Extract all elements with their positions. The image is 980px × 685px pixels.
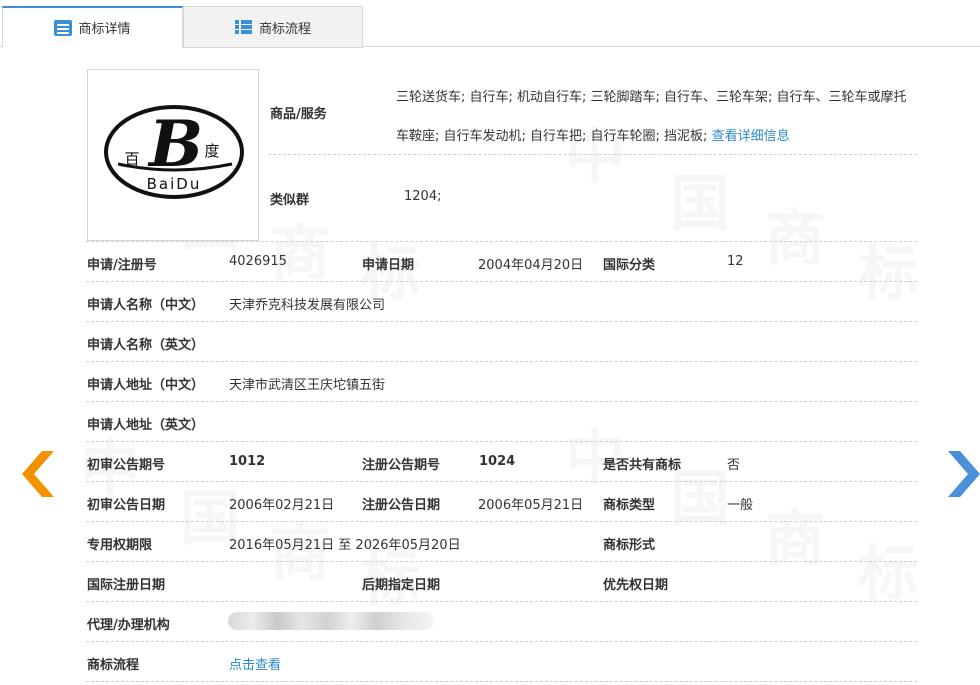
reg-date-value: 2006年05月21日 — [478, 498, 584, 513]
address-en-label: 申请人地址（英文） — [87, 418, 205, 433]
app-date-value: 2004年04月20日 — [478, 258, 584, 273]
divider — [86, 641, 917, 642]
logo-char-left: 百 — [124, 150, 139, 168]
later-label: 后期指定日期 — [362, 578, 441, 593]
type-label: 商标类型 — [603, 498, 656, 513]
tab-bar: 商标详情 商标流程 — [0, 0, 980, 48]
address-cn-value: 天津市武清区王庆坨镇五街 — [229, 378, 386, 393]
similar-group-value: 1204; — [404, 189, 442, 204]
divider — [86, 441, 917, 442]
reg-date-label: 注册公告日期 — [362, 498, 441, 513]
watermark-char: 商 — [765, 504, 825, 574]
logo-char-right: 度 — [204, 142, 219, 160]
prelim-no-label: 初审公告期号 — [87, 458, 166, 473]
app-no-value: 4026915 — [229, 254, 287, 269]
shared-label: 是否共有商标 — [603, 458, 682, 473]
similar-group-label: 类似群 — [270, 193, 310, 208]
watermark-char: 标 — [858, 539, 918, 609]
view-details-link[interactable]: 查看详细信息 — [712, 129, 790, 144]
type-value: 一般 — [727, 498, 754, 513]
divider — [86, 401, 917, 402]
divider — [86, 521, 917, 522]
reg-no-value: 1024 — [479, 454, 516, 469]
trademark-image: B 百 度 BaiDu — [87, 69, 259, 241]
view-flow-link[interactable]: 点击查看 — [229, 654, 281, 673]
shared-value: 否 — [727, 458, 741, 473]
logo-wordmark: BaiDu — [147, 175, 202, 193]
applicant-en-label: 申请人名称（英文） — [87, 338, 205, 353]
divider — [86, 681, 917, 682]
divider — [86, 361, 917, 362]
prelim-date-value: 2006年02月21日 — [229, 498, 335, 513]
divider — [86, 481, 917, 482]
prev-arrow-button[interactable] — [20, 449, 56, 499]
intl-class-label: 国际分类 — [603, 258, 656, 273]
divider — [86, 561, 917, 562]
app-no-label: 申请/注册号 — [87, 258, 157, 273]
applicant-cn-value: 天津乔克科技发展有限公司 — [229, 298, 386, 313]
tab-label: 商标详情 — [78, 22, 131, 37]
prelim-no-value: 1012 — [229, 454, 266, 469]
chevron-right-icon — [948, 451, 980, 497]
agent-label: 代理/办理机构 — [87, 618, 170, 633]
prelim-date-label: 初审公告日期 — [87, 498, 166, 513]
trademark-logo: B 百 度 BaiDu — [104, 105, 244, 199]
watermark-char: 标 — [858, 239, 918, 309]
list-detail-icon — [54, 19, 73, 36]
watermark-char: 国 — [670, 169, 730, 239]
reg-no-label: 注册公告期号 — [362, 458, 441, 473]
applicant-cn-label: 申请人名称（中文） — [87, 298, 205, 313]
list-icon — [234, 19, 253, 35]
divider — [86, 321, 917, 322]
priority-label: 优先权日期 — [603, 578, 669, 593]
flow-label: 商标流程 — [87, 658, 140, 673]
chevron-left-icon — [22, 451, 54, 497]
exclusive-value: 2016年05月21日 至 2026年05月20日 — [229, 538, 461, 553]
next-arrow-button[interactable] — [946, 449, 980, 499]
tab-trademark-detail[interactable]: 商标详情 — [2, 6, 183, 48]
watermark-char: 商 — [765, 204, 825, 274]
exclusive-label: 专用权期限 — [87, 538, 153, 553]
intl-reg-label: 国际注册日期 — [87, 578, 166, 593]
divider — [86, 281, 917, 282]
goods-text: 三轮送货车; 自行车; 机动自行车; 三轮脚踏车; 自行车、三轮车架; 自行车、… — [396, 90, 907, 144]
tab-trademark-flow[interactable]: 商标流程 — [183, 6, 363, 48]
logo-letter: B — [147, 107, 203, 182]
divider — [268, 154, 917, 155]
watermark-char: 商 — [270, 219, 330, 289]
address-cn-label: 申请人地址（中文） — [87, 378, 205, 393]
tab-label: 商标流程 — [258, 21, 311, 37]
goods-label: 商品/服务 — [270, 107, 327, 122]
agent-value-redacted — [228, 612, 434, 630]
intl-class-value: 12 — [727, 254, 744, 269]
app-date-label: 申请日期 — [362, 258, 415, 273]
divider — [86, 241, 917, 242]
form-label: 商标形式 — [603, 538, 656, 553]
divider — [86, 601, 917, 602]
goods-services-value: 三轮送货车; 自行车; 机动自行车; 三轮脚踏车; 自行车、三轮车架; 自行车、… — [396, 78, 918, 156]
